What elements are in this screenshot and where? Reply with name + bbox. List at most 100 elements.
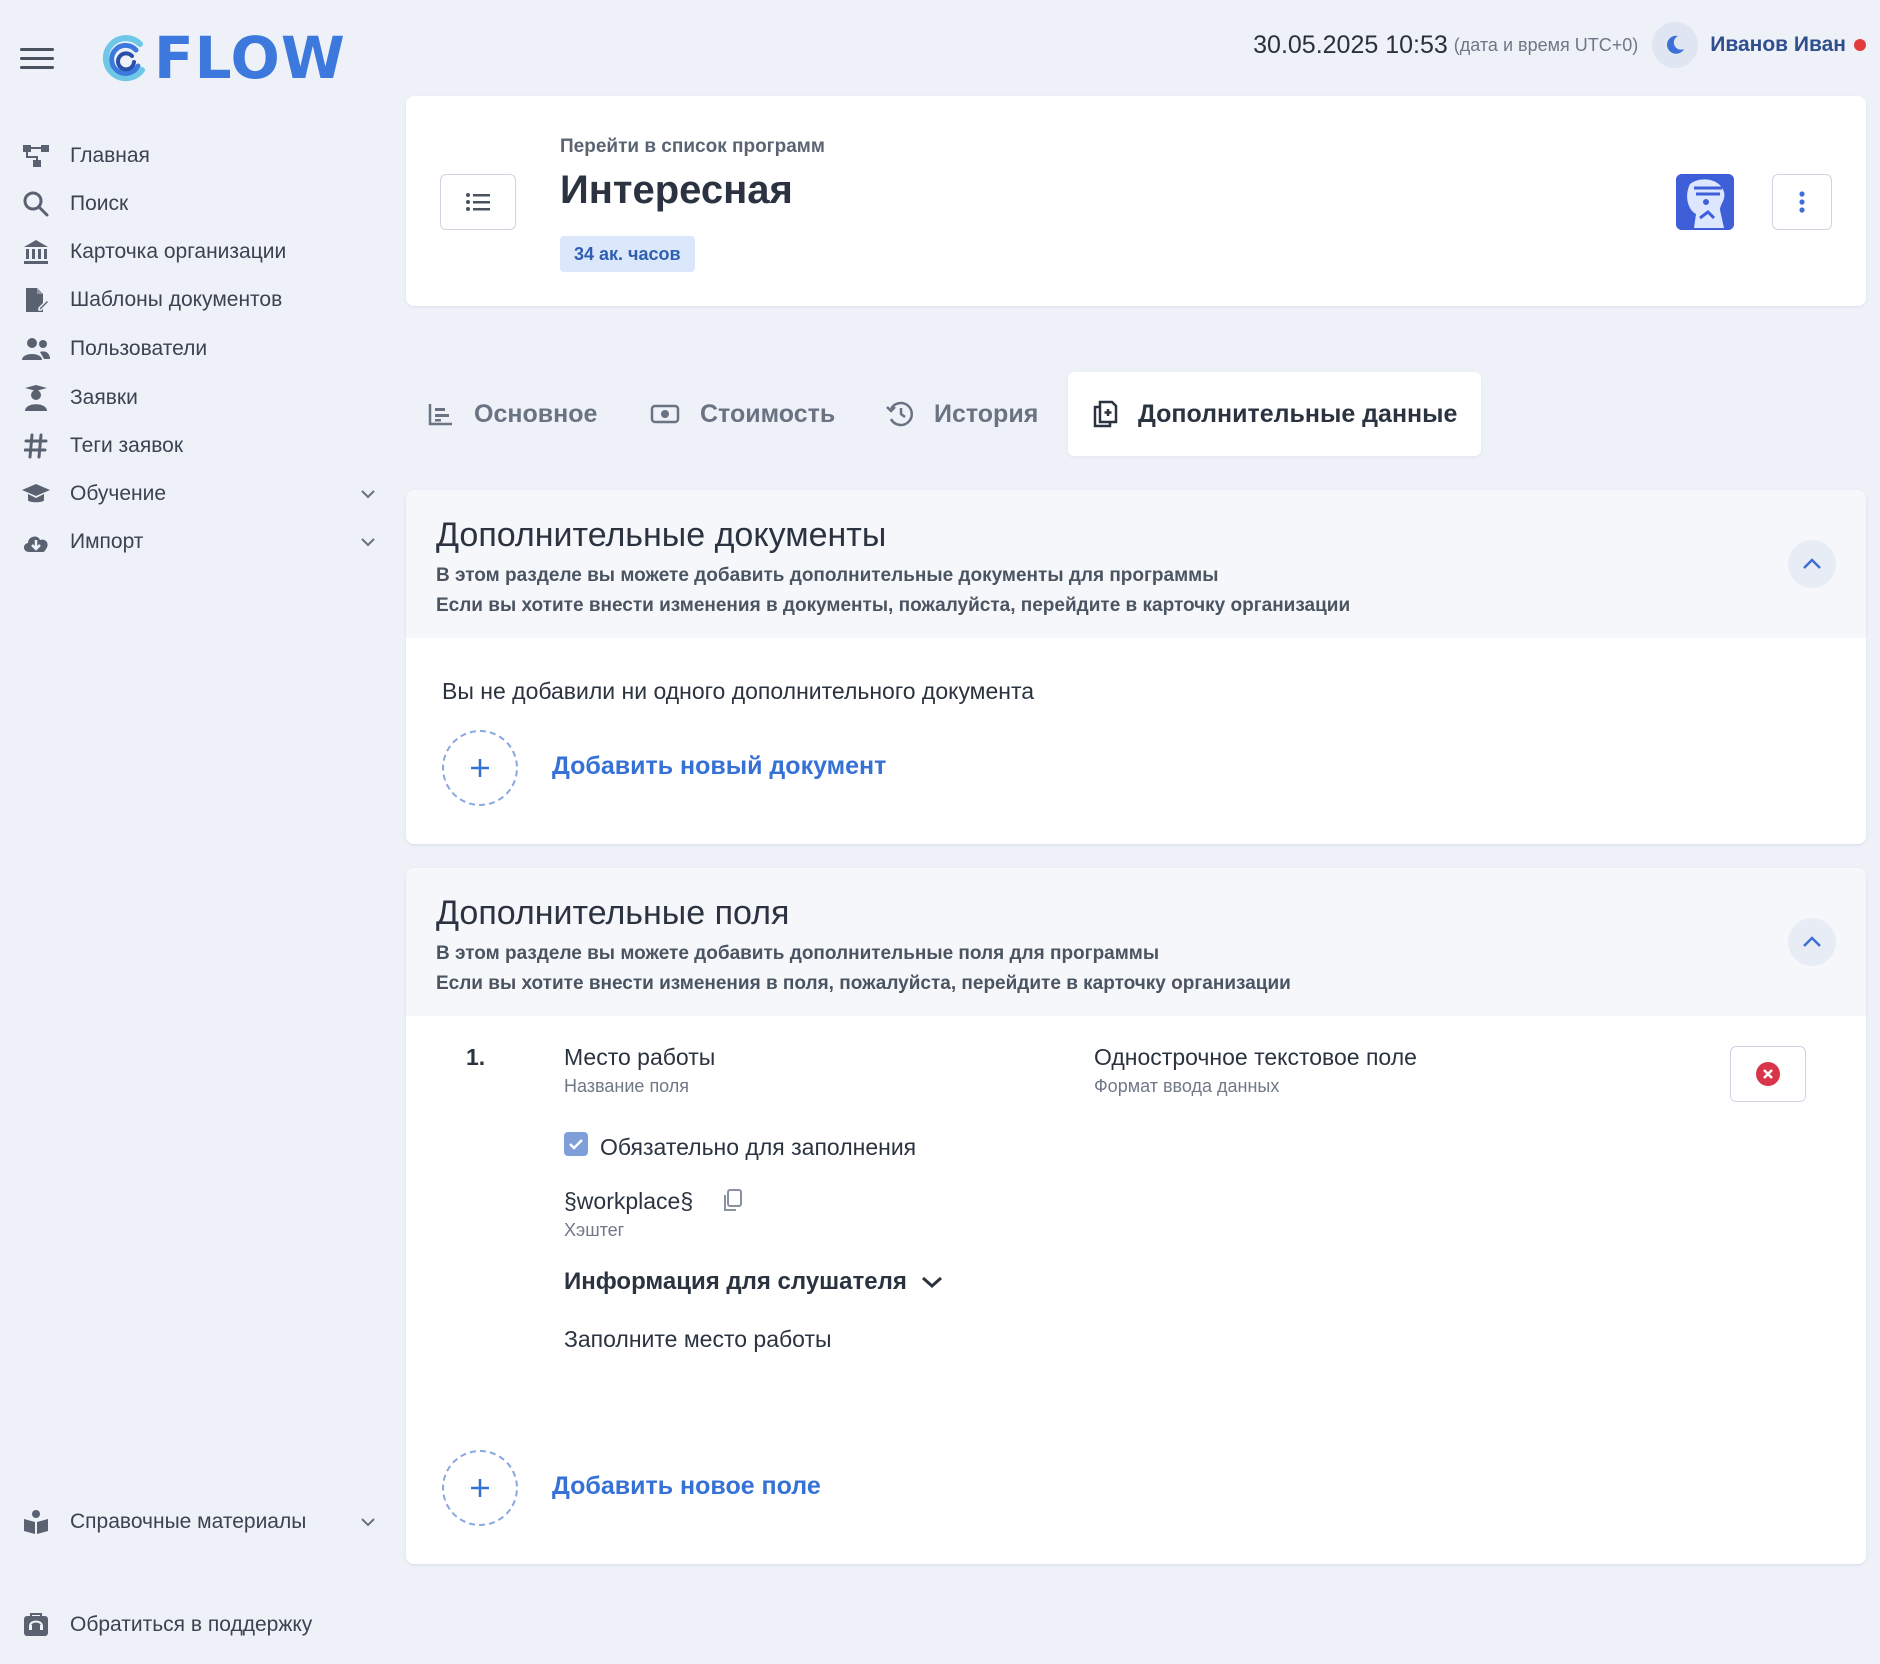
moon-icon: [1667, 35, 1685, 54]
tab-main[interactable]: Основное: [428, 372, 597, 456]
chart-icon: [428, 404, 452, 426]
mascot-icon: [1676, 174, 1734, 230]
menu-toggle-button[interactable]: [20, 48, 54, 72]
sidebar-item-training[interactable]: Обучение: [20, 474, 380, 514]
file-edit-icon: [20, 284, 52, 316]
bank-icon: [20, 236, 52, 268]
sidebar-item-templates[interactable]: Шаблоны документов: [20, 280, 380, 320]
sidebar-item-label: Обратиться в поддержку: [70, 1613, 313, 1636]
section-header: Дополнительные документы В этом разделе …: [406, 490, 1866, 638]
chevron-down-icon: [356, 530, 380, 554]
add-document-button[interactable]: [442, 730, 518, 806]
tab-cost[interactable]: Стоимость: [650, 372, 835, 456]
required-label[interactable]: Обязательно для заполнения: [600, 1134, 916, 1161]
empty-state-text: Вы не добавили ни одного дополнительного…: [442, 678, 1035, 704]
add-field-link[interactable]: Добавить новое поле: [552, 1472, 821, 1501]
sitemap-icon: [20, 140, 52, 172]
sidebar-item-label: Обучение: [70, 482, 167, 505]
graduation-cap-icon: [20, 478, 52, 510]
field-number: 1.: [466, 1044, 486, 1070]
subtitle-line: Если вы хотите внести изменения в докуме…: [436, 595, 1351, 616]
chevron-up-icon: [1803, 936, 1821, 947]
collapse-button[interactable]: [1788, 918, 1836, 966]
sidebar-item-users[interactable]: Пользователи: [20, 329, 380, 369]
sidebar-item-tags[interactable]: Теги заявок: [20, 426, 380, 466]
sidebar-item-label: Заявки: [70, 386, 138, 409]
fields-section: Дополнительные поля В этом разделе вы мо…: [406, 868, 1866, 1564]
sidebar-item-organization[interactable]: Карточка организации: [20, 232, 380, 272]
field-hashtag: §workplace§: [564, 1188, 694, 1214]
users-icon: [20, 333, 52, 365]
breadcrumb[interactable]: Перейти в список программ: [560, 136, 825, 158]
book-reader-icon: [20, 1506, 52, 1538]
section-title: Дополнительные документы: [436, 516, 887, 554]
chevron-down-icon: [356, 1510, 380, 1534]
sidebar-item-search[interactable]: Поиск: [20, 184, 380, 224]
field-name-caption: Название поля: [564, 1076, 690, 1096]
mascot-avatar[interactable]: [1676, 174, 1734, 230]
search-icon: [20, 188, 52, 220]
tab-label: Основное: [474, 399, 598, 428]
listener-info-label: Информация для слушателя: [564, 1268, 907, 1295]
add-document-link[interactable]: Добавить новый документ: [552, 752, 886, 781]
sidebar-item-label: Справочные материалы: [70, 1510, 307, 1533]
docs-add-icon: [1093, 400, 1118, 428]
copy-hashtag-button[interactable]: [720, 1188, 744, 1219]
logo-wave-icon: [102, 35, 145, 82]
plus-icon: [471, 1479, 489, 1497]
logo-text: FLOW: [154, 24, 346, 92]
sidebar-item-label: Импорт: [70, 530, 144, 553]
page-title: Интересная: [560, 168, 793, 212]
listener-info-text: Заполните место работы: [564, 1326, 832, 1352]
sidebar-item-reference[interactable]: Справочные материалы: [20, 1502, 380, 1542]
add-field-button[interactable]: [442, 1450, 518, 1526]
user-name[interactable]: Иванов Иван: [1710, 33, 1846, 57]
listener-info-toggle[interactable]: Информация для слушателя: [564, 1268, 943, 1296]
section-title: Дополнительные поля: [436, 894, 790, 932]
required-checkbox[interactable]: [564, 1132, 588, 1156]
copy-icon: [724, 1189, 742, 1211]
kebab-menu-icon: [1799, 191, 1805, 213]
current-datetime: 30.05.2025 10:53: [1253, 30, 1448, 59]
field-format: Однострочное текстовое поле: [1094, 1044, 1417, 1070]
close-circle-icon: [1756, 1062, 1780, 1086]
program-list-button[interactable]: [440, 174, 516, 230]
subtitle-line: В этом разделе вы можете добавить дополн…: [436, 565, 1219, 586]
graduate-icon: [20, 382, 52, 414]
support-icon: [20, 1609, 52, 1641]
sidebar-item-import[interactable]: Импорт: [20, 522, 380, 562]
chevron-up-icon: [1803, 558, 1821, 569]
hashtag-icon: [20, 430, 52, 462]
sidebar-item-applications[interactable]: Заявки: [20, 378, 380, 418]
list-icon: [466, 193, 490, 211]
sidebar-item-label: Шаблоны документов: [70, 288, 283, 311]
sidebar-item-support[interactable]: Обратиться в поддержку: [20, 1605, 380, 1645]
tab-label: Дополнительные данные: [1138, 399, 1458, 428]
tab-history[interactable]: История: [886, 372, 1038, 456]
program-header-card: Перейти в список программ Интересная 34 …: [406, 96, 1866, 306]
section-subtitle: В этом разделе вы можете добавить дополн…: [436, 939, 1836, 999]
history-icon: [886, 401, 914, 427]
section-header: Дополнительные поля В этом разделе вы мо…: [406, 868, 1866, 1016]
field-name: Место работы: [564, 1044, 716, 1070]
status-dot: [1854, 39, 1866, 51]
app-logo[interactable]: FLOW: [96, 24, 346, 92]
theme-toggle-button[interactable]: [1652, 22, 1699, 68]
chevron-down-icon: [921, 1276, 942, 1289]
tab-label: Стоимость: [700, 399, 836, 428]
subtitle-line: Если вы хотите внести изменения в поля, …: [436, 973, 1291, 994]
sidebar-item-label: Карточка организации: [70, 240, 287, 263]
cloud-download-icon: [20, 526, 52, 558]
hours-badge: 34 ак. часов: [560, 236, 695, 272]
top-right-bar: 30.05.2025 10:53 (дата и время UTC+0) Ив…: [1253, 20, 1866, 70]
money-icon: [650, 404, 680, 424]
tab-additional-data[interactable]: Дополнительные данные: [1068, 372, 1482, 456]
more-actions-button[interactable]: [1772, 174, 1832, 230]
sidebar-item-home[interactable]: Главная: [20, 136, 380, 176]
check-icon: [569, 1139, 583, 1150]
field-format-caption: Формат ввода данных: [1094, 1076, 1280, 1096]
sidebar-item-label: Пользователи: [70, 337, 208, 360]
collapse-button[interactable]: [1788, 540, 1836, 588]
datetime-note: (дата и время UTC+0): [1453, 34, 1639, 55]
delete-field-button[interactable]: [1730, 1046, 1806, 1102]
